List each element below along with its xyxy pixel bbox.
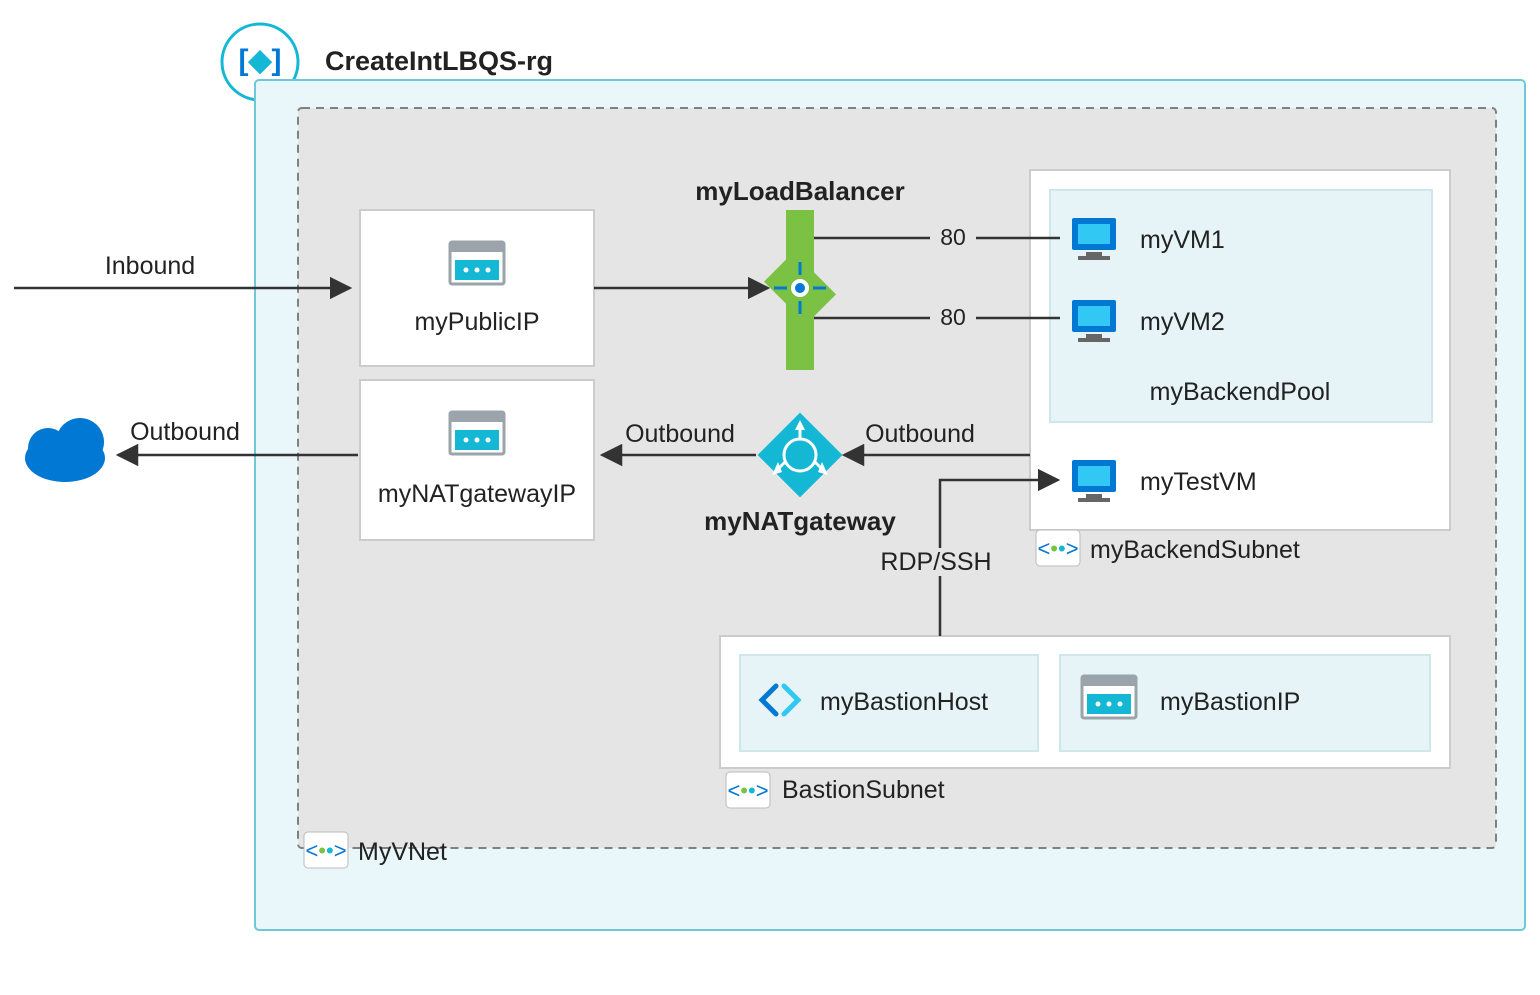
- nat-gateway-title: myNATgateway: [704, 506, 896, 536]
- backend-pool-label: myBackendPool: [1150, 378, 1331, 406]
- nat-gateway-ip-box: myNATgatewayIP: [360, 380, 594, 540]
- outbound2-label: Outbound: [625, 420, 735, 448]
- bastion-subnet-label: BastionSubnet: [782, 776, 945, 804]
- bastion-ip-label: myBastionIP: [1160, 688, 1300, 716]
- backend-subnet-label: myBackendSubnet: [1090, 536, 1300, 564]
- public-ip-label: myPublicIP: [414, 308, 539, 336]
- svg-text:[◆]: [◆]: [238, 44, 281, 77]
- backend-subnet-badge-icon: <••>: [1036, 530, 1080, 566]
- nat-gateway-ip-label: myNATgatewayIP: [378, 480, 576, 508]
- port80-b-label: 80: [940, 304, 966, 330]
- port80-a-label: 80: [940, 224, 966, 250]
- outbound3-label: Outbound: [865, 420, 975, 448]
- public-ip-box: myPublicIP: [360, 210, 594, 366]
- bastion-host-tile: myBastionHost: [740, 655, 1038, 751]
- vnet-label: MyVNet: [358, 838, 447, 866]
- bastion-ip-tile: myBastionIP: [1060, 655, 1430, 751]
- vm2-label: myVM2: [1140, 308, 1225, 336]
- test-vm-label: myTestVM: [1140, 468, 1257, 496]
- svg-text:<••>: <••>: [727, 778, 768, 803]
- bastion-subnet-badge-icon: <••>: [726, 772, 770, 808]
- vnet-badge-icon: <••>: [304, 832, 348, 868]
- bastion-host-label: myBastionHost: [820, 688, 988, 716]
- rdp-ssh-label: RDP/SSH: [880, 548, 991, 576]
- inbound-label: Inbound: [105, 252, 195, 280]
- svg-text:<••>: <••>: [1037, 536, 1078, 561]
- outbound-label: Outbound: [130, 418, 240, 446]
- load-balancer-title: myLoadBalancer: [695, 176, 905, 206]
- vm1-label: myVM1: [1140, 226, 1225, 254]
- resource-group-title: CreateIntLBQS-rg: [325, 46, 553, 76]
- svg-text:<••>: <••>: [305, 838, 346, 863]
- cloud-icon: [25, 418, 105, 482]
